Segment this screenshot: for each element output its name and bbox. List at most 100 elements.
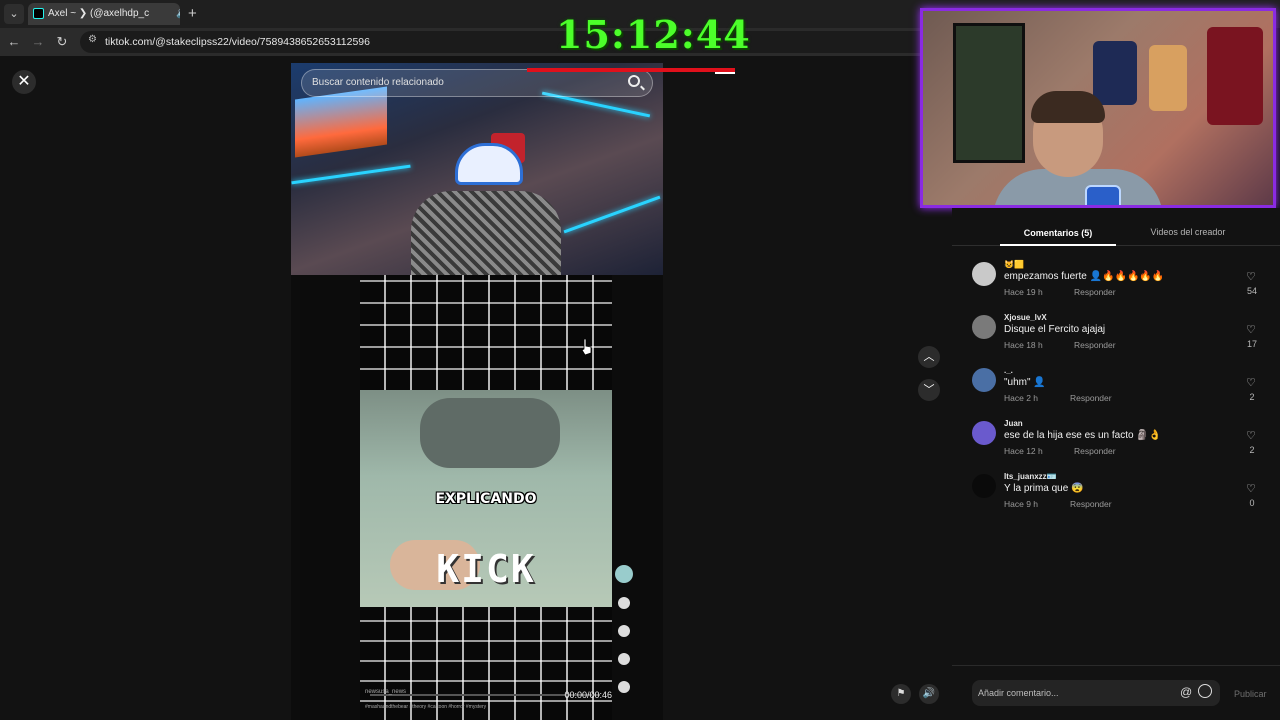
like-count: 2 — [1249, 392, 1255, 402]
comment-item: ._. "uhm" 👤 Hace 2 h Responder ♡ 2 — [972, 364, 1272, 414]
tab-creator-videos[interactable]: Videos del creador — [1136, 227, 1240, 237]
tab-search-chevron-icon[interactable]: ⌄ — [4, 4, 24, 24]
comment-username[interactable]: Its_juanxzz🪪 — [1004, 472, 1057, 481]
heart-icon[interactable]: ♡ — [1246, 482, 1256, 495]
avatar[interactable] — [972, 368, 996, 392]
volume-icon[interactable]: 🔊 — [919, 684, 939, 704]
avatar[interactable] — [972, 262, 996, 286]
reload-icon[interactable]: ↻ — [53, 33, 71, 51]
video-player[interactable]: Buscar contenido relacionado EXPLICANDO … — [291, 63, 663, 720]
speaker-icon[interactable]: 🔊 — [176, 3, 180, 25]
jersey-orange — [1149, 45, 1187, 111]
inner-hashtags: #mashaandthebear #theory #cartoon #horro… — [365, 704, 487, 710]
screen: ⌄ Axel ~ ❯ (@axelhdp_c 🔊 ✕ + ← → ↻ ⚙ tik… — [0, 0, 1280, 720]
next-video-chevron-down-icon[interactable]: ﹀ — [918, 379, 940, 401]
comment-time: Hace 19 h — [1004, 287, 1043, 297]
comment-username[interactable]: 😺🟨 — [1004, 260, 1024, 269]
forward-arrow-icon[interactable]: → — [29, 33, 47, 51]
hand-cursor-icon — [581, 339, 592, 355]
comment-text: "uhm" 👤 — [1004, 377, 1046, 388]
site-info-icon[interactable]: ⚙ — [88, 34, 97, 45]
tab-comments[interactable]: Comentarios (5) — [1000, 228, 1116, 238]
browser-tab[interactable]: Axel ~ ❯ (@axelhdp_c 🔊 ✕ — [28, 3, 180, 25]
comment-composer: Añadir comentario... @ Publicar — [952, 665, 1280, 720]
tab-title: Axel ~ ❯ (@axelhdp_c — [48, 8, 150, 19]
tactics-board — [953, 23, 1025, 163]
heart-icon[interactable]: ♡ — [1246, 323, 1256, 336]
active-tab-indicator — [1000, 244, 1116, 246]
stream-progress-bar — [527, 68, 735, 72]
add-comment-placeholder: Añadir comentario... — [978, 688, 1059, 698]
heart-icon[interactable]: ♡ — [1246, 376, 1256, 389]
reply-button[interactable]: Responder — [1070, 499, 1112, 509]
previous-video-chevron-up-icon[interactable]: ︿ — [918, 346, 940, 368]
wall-poster — [295, 86, 387, 158]
reply-button[interactable]: Responder — [1074, 340, 1116, 350]
comment-text: empezamos fuerte 👤🔥🔥🔥🔥🔥 — [1004, 271, 1165, 282]
channel-logo — [1085, 185, 1121, 205]
comment-item: Juan ese de la hija ese es un facto 🗿👌 H… — [972, 417, 1272, 467]
like-count: 2 — [1249, 445, 1255, 455]
comment-text: ese de la hija ese es un facto 🗿👌 — [1004, 430, 1162, 441]
jersey-blue — [1093, 41, 1137, 105]
embedded-tiktok-video: EXPLICANDO KICK newsusa_news #mashaandth… — [360, 275, 633, 720]
jersey-red — [1207, 27, 1263, 125]
back-arrow-icon[interactable]: ← — [5, 33, 23, 51]
url-text: tiktok.com/@stakeclipss22/video/75894386… — [105, 36, 370, 48]
add-comment-input[interactable]: Añadir comentario... @ — [972, 680, 1220, 706]
reply-button[interactable]: Responder — [1074, 287, 1116, 297]
comment-username[interactable]: ._. — [1004, 366, 1013, 375]
comment-item: Xjosue_lvX Disque el Fercito ajajaj Hace… — [972, 311, 1272, 361]
stream-clock: 15:12:44 — [556, 12, 751, 57]
streamer-webcam — [920, 8, 1276, 208]
caption-explicando: EXPLICANDO — [435, 491, 537, 507]
comment-username[interactable]: Xjosue_lvX — [1004, 313, 1047, 322]
related-search-bar[interactable]: Buscar contenido relacionado — [301, 69, 653, 97]
like-count: 17 — [1246, 339, 1257, 349]
address-bar[interactable]: ⚙ tiktok.com/@stakeclipss22/video/758943… — [80, 31, 920, 53]
heart-icon[interactable]: ♡ — [1246, 429, 1256, 442]
avatar[interactable] — [972, 315, 996, 339]
inner-heart-icon[interactable] — [618, 597, 630, 609]
mention-icon[interactable]: @ — [1180, 685, 1192, 699]
reply-button[interactable]: Responder — [1074, 446, 1116, 456]
stream-progress-tail — [715, 72, 735, 74]
inner-share-icon[interactable] — [618, 681, 630, 693]
inner-avatar-icon[interactable] — [615, 565, 633, 583]
browser-toolbar: ← → ↻ ⚙ tiktok.com/@stakeclipss22/video/… — [0, 28, 920, 56]
comment-item: 😺🟨 empezamos fuerte 👤🔥🔥🔥🔥🔥 Hace 19 h Res… — [972, 258, 1272, 308]
publish-button[interactable]: Publicar — [1234, 689, 1267, 699]
comment-text: Disque el Fercito ajajaj — [1004, 324, 1106, 335]
stream-frame: Buscar contenido relacionado — [291, 63, 663, 281]
new-tab-button[interactable]: + — [188, 4, 197, 24]
comment-item: Its_juanxzz🪪 Y la prima que 😨 Hace 9 h R… — [972, 470, 1272, 520]
led-stripe — [563, 195, 661, 234]
comment-time: Hace 12 h — [1004, 446, 1043, 456]
like-count: 0 — [1249, 498, 1255, 508]
cartoon-figure — [420, 398, 560, 468]
heart-icon[interactable]: ♡ — [1246, 270, 1256, 283]
inner-user-tag: newsusa_news — [365, 689, 407, 695]
comment-text: Y la prima que 😨 — [1004, 483, 1084, 494]
close-video-button[interactable]: ✕ — [12, 70, 36, 94]
comment-time: Hace 9 h — [1004, 499, 1039, 509]
comments-panel: Comentarios (5) Videos del creador 😺🟨 em… — [952, 208, 1280, 720]
like-count: 54 — [1246, 286, 1257, 296]
comment-username[interactable]: Juan — [1004, 419, 1023, 428]
avatar[interactable] — [972, 421, 996, 445]
tiktok-favicon-icon — [33, 8, 44, 19]
inner-bookmark-icon[interactable] — [618, 653, 630, 665]
panel-tabs: Comentarios (5) Videos del creador — [952, 220, 1280, 246]
inner-side-actions — [614, 565, 634, 715]
led-stripe — [291, 164, 411, 185]
emoji-icon[interactable] — [1198, 684, 1212, 698]
related-search-placeholder: Buscar contenido relacionado — [312, 77, 444, 88]
video-time: 00:00/00:46 — [564, 690, 612, 700]
avatar[interactable] — [972, 474, 996, 498]
reply-button[interactable]: Responder — [1070, 393, 1112, 403]
report-flag-icon[interactable]: ⚑ — [891, 684, 911, 704]
streamer-jacket — [411, 191, 561, 281]
inner-comment-icon[interactable] — [618, 625, 630, 637]
search-icon[interactable] — [628, 75, 640, 87]
comment-time: Hace 18 h — [1004, 340, 1043, 350]
